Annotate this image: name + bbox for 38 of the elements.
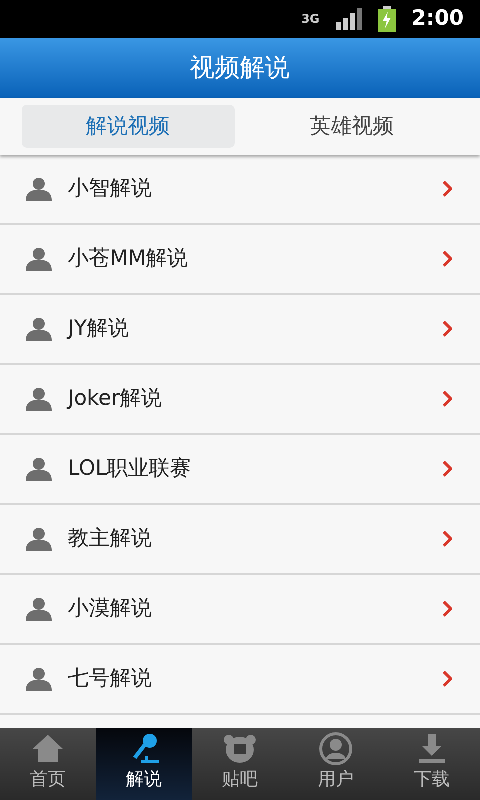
chevron-icon bbox=[443, 531, 452, 547]
person-icon bbox=[26, 527, 52, 551]
item-label: 小苍MM解说 bbox=[68, 245, 190, 272]
network-type: 3G bbox=[302, 13, 320, 25]
battery-icon bbox=[378, 6, 396, 32]
item-label: JY解说 bbox=[68, 315, 130, 342]
page-title: 视频解说 bbox=[190, 52, 290, 84]
person-icon bbox=[26, 177, 52, 201]
nav-tab[interactable]: 解说 bbox=[96, 728, 192, 800]
nav-tab[interactable]: 首页 bbox=[0, 728, 96, 800]
chevron-icon bbox=[443, 181, 452, 197]
nav-tab[interactable]: 下载 bbox=[384, 728, 480, 800]
person-icon bbox=[26, 457, 52, 481]
item-label: Joker解说 bbox=[68, 385, 164, 412]
item-label: LOL职业联赛 bbox=[68, 455, 192, 482]
chevron-icon bbox=[443, 391, 452, 407]
chevron-icon bbox=[443, 321, 452, 337]
person-icon bbox=[26, 247, 52, 271]
user-icon bbox=[319, 732, 353, 766]
person-icon bbox=[26, 597, 52, 621]
chevron-icon bbox=[443, 601, 452, 617]
nav-tab[interactable]: 用户 bbox=[288, 728, 384, 800]
person-icon bbox=[26, 387, 52, 411]
item-label: 七号解说 bbox=[68, 665, 153, 692]
item-label: 小智解说 bbox=[68, 175, 153, 202]
tab[interactable]: 解说视频 bbox=[22, 105, 234, 148]
nav-tab[interactable]: 贴吧 bbox=[192, 728, 288, 800]
bear-icon bbox=[223, 732, 257, 766]
chevron-icon bbox=[443, 461, 452, 477]
clock-time: 2:00 bbox=[412, 5, 464, 32]
signal-icon bbox=[336, 8, 362, 30]
item-label: 小漠解说 bbox=[68, 595, 153, 622]
person-icon bbox=[26, 317, 52, 341]
tab[interactable]: 英雄视频 bbox=[246, 105, 458, 148]
person-icon bbox=[26, 667, 52, 691]
item-label: 教主解说 bbox=[68, 525, 153, 552]
chevron-icon bbox=[443, 671, 452, 687]
chevron-icon bbox=[443, 251, 452, 267]
